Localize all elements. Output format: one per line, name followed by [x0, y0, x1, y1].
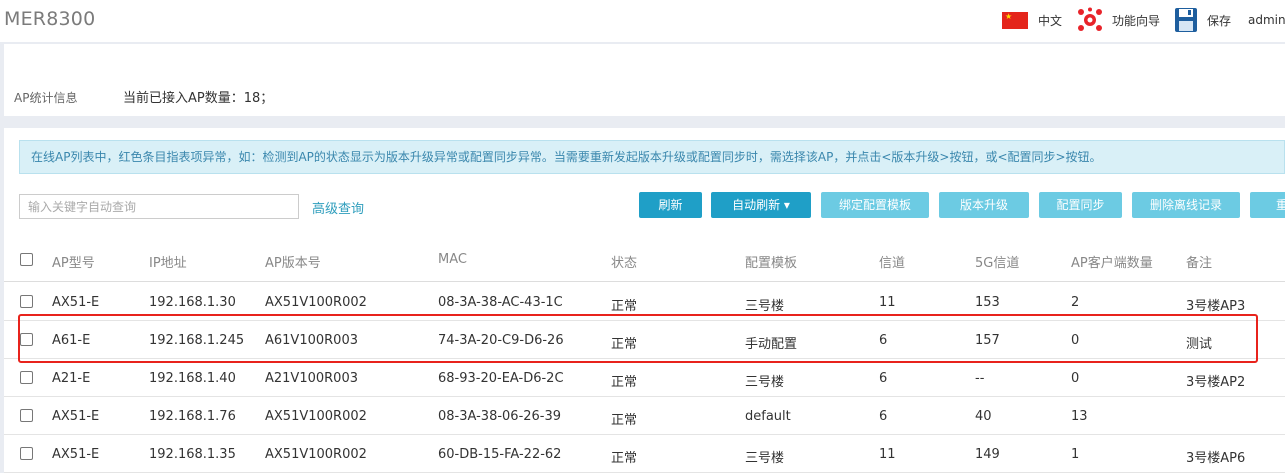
cell-5g-channel: 153 — [975, 295, 1000, 310]
cell-mac: 60-DB-15-FA-22-62 — [438, 447, 562, 462]
cell-5g-channel: 157 — [975, 333, 1000, 348]
cell-channel: 11 — [879, 447, 896, 462]
save-label: 保存 — [1207, 13, 1232, 28]
upgrade-button[interactable]: 版本升级 — [939, 192, 1029, 218]
table-row[interactable]: A61-E 192.168.1.245 A61V100R003 74-3A-20… — [4, 321, 1285, 359]
reboot-button[interactable]: 重启 — [1250, 192, 1285, 218]
cell-version: AX51V100R002 — [265, 447, 367, 462]
cell-template: 手动配置 — [745, 337, 798, 352]
table-row[interactable]: AX51-E 192.168.1.76 AX51V100R002 08-3A-3… — [4, 397, 1285, 435]
col-mac[interactable]: MAC — [438, 252, 467, 267]
cell-remark: 3号楼AP2 — [1186, 375, 1246, 390]
cell-template: 三号楼 — [745, 451, 785, 466]
cell-remark: 测试 — [1186, 337, 1213, 352]
cell-channel: 6 — [879, 371, 888, 386]
cell-5g-channel: 149 — [975, 447, 1000, 462]
cell-ap-model: AX51-E — [52, 295, 100, 310]
language-label: 中文 — [1038, 13, 1063, 28]
cell-status: 正常 — [611, 451, 638, 466]
row-checkbox[interactable] — [20, 333, 33, 346]
panel-edge-handle-icon[interactable]: ⋮ — [1280, 54, 1285, 68]
cell-version: A21V100R003 — [265, 371, 358, 386]
row-checkbox[interactable] — [20, 409, 33, 422]
brand-title: MER8300 — [4, 8, 96, 30]
table-row[interactable]: AX51-E 192.168.1.35 AX51V100R002 60-DB-1… — [4, 435, 1285, 473]
col-template[interactable]: 配置模板 — [745, 252, 797, 271]
cell-version: AX51V100R002 — [265, 295, 367, 310]
ap-stats-label: AP统计信息 — [14, 91, 78, 105]
sync-button[interactable]: 配置同步 — [1039, 192, 1122, 218]
cell-channel: 6 — [879, 409, 888, 424]
cell-status: 正常 — [611, 299, 638, 314]
cell-remark: 3号楼AP6 — [1186, 451, 1246, 466]
cell-status: 正常 — [611, 337, 638, 352]
col-remark[interactable]: 备注 — [1186, 252, 1212, 271]
cell-template: default — [745, 409, 791, 424]
ap-list-panel: 在线AP列表中，红色条目指表项异常，如：检测到AP的状态显示为版本升级异常或配置… — [4, 128, 1285, 473]
username: admin — [1248, 13, 1285, 27]
auto-refresh-dropdown[interactable]: 自动刷新 ▾ — [711, 192, 811, 218]
cell-version: AX51V100R002 — [265, 409, 367, 424]
language-switch[interactable]: ★ 中文 — [1002, 8, 1062, 32]
cell-status: 正常 — [611, 375, 638, 390]
cell-client-count: 13 — [1071, 409, 1088, 424]
table-header: AP型号 IP地址 AP版本号 MAC 状态 配置模板 信道 5G信道 AP客户… — [4, 242, 1285, 282]
cell-mac: 08-3A-38-AC-43-1C — [438, 295, 563, 310]
cell-channel: 11 — [879, 295, 896, 310]
cell-ip: 192.168.1.30 — [149, 295, 236, 310]
cell-ip: 192.168.1.76 — [149, 409, 236, 424]
col-ap-model[interactable]: AP型号 — [52, 252, 95, 271]
cell-version: A61V100R003 — [265, 333, 358, 348]
col-5g-channel[interactable]: 5G信道 — [975, 252, 1019, 271]
delete-offline-button[interactable]: 删除离线记录 — [1132, 192, 1240, 218]
cell-client-count: 0 — [1071, 371, 1080, 386]
cell-ip: 192.168.1.35 — [149, 447, 236, 462]
select-all-checkbox[interactable] — [20, 253, 33, 266]
cell-remark: 3号楼AP3 — [1186, 299, 1246, 314]
save-button[interactable]: 保存 — [1175, 8, 1231, 32]
cell-client-count: 0 — [1071, 333, 1080, 348]
advanced-search-link[interactable]: 高级查询 — [312, 198, 364, 217]
row-checkbox[interactable] — [20, 447, 33, 460]
cell-template: 三号楼 — [745, 375, 785, 390]
search-input[interactable] — [19, 194, 299, 219]
wizard-icon — [1078, 7, 1102, 31]
cell-ip: 192.168.1.40 — [149, 371, 236, 386]
cell-5g-channel: -- — [975, 371, 985, 386]
cell-channel: 6 — [879, 333, 888, 348]
col-status[interactable]: 状态 — [611, 252, 637, 271]
cell-client-count: 1 — [1071, 447, 1080, 462]
cell-template: 三号楼 — [745, 299, 785, 314]
cell-ip: 192.168.1.245 — [149, 333, 245, 348]
cell-ap-model: AX51-E — [52, 409, 100, 424]
cell-mac: 68-93-20-EA-D6-2C — [438, 371, 564, 386]
cell-ap-model: A61-E — [52, 333, 91, 348]
ap-stats-panel: ⋮ AP统计信息 当前已接入AP数量：18； — [4, 44, 1285, 116]
col-client-count[interactable]: AP客户端数量 — [1071, 252, 1153, 271]
cell-ap-model: AX51-E — [52, 447, 100, 462]
save-icon — [1175, 8, 1197, 32]
row-checkbox[interactable] — [20, 295, 33, 308]
ap-count-text: 当前已接入AP数量：18； — [123, 91, 274, 106]
col-version[interactable]: AP版本号 — [265, 252, 321, 271]
wizard-label: 功能向导 — [1112, 13, 1161, 28]
table-row[interactable]: A21-E 192.168.1.40 A21V100R003 68-93-20-… — [4, 359, 1285, 397]
bind-template-button[interactable]: 绑定配置模板 — [821, 192, 929, 218]
col-channel[interactable]: 信道 — [879, 252, 905, 271]
row-checkbox[interactable] — [20, 371, 33, 384]
wizard-button[interactable]: 功能向导 — [1077, 7, 1161, 32]
user-menu[interactable]: admin — [1248, 8, 1285, 32]
col-ip[interactable]: IP地址 — [149, 252, 187, 271]
table-row[interactable]: AX51-E 192.168.1.30 AX51V100R002 08-3A-3… — [4, 283, 1285, 321]
notice-banner: 在线AP列表中，红色条目指表项异常，如：检测到AP的状态显示为版本升级异常或配置… — [19, 140, 1285, 174]
cell-client-count: 2 — [1071, 295, 1080, 310]
cell-5g-channel: 40 — [975, 409, 992, 424]
top-bar: MER8300 ★ 中文 功能向导 保存 admin — [0, 0, 1285, 42]
cell-mac: 74-3A-20-C9-D6-26 — [438, 333, 564, 348]
cell-mac: 08-3A-38-06-26-39 — [438, 409, 562, 424]
cell-status: 正常 — [611, 413, 638, 428]
china-flag-icon: ★ — [1002, 11, 1028, 29]
refresh-button[interactable]: 刷新 — [639, 192, 702, 218]
cell-ap-model: A21-E — [52, 371, 91, 386]
